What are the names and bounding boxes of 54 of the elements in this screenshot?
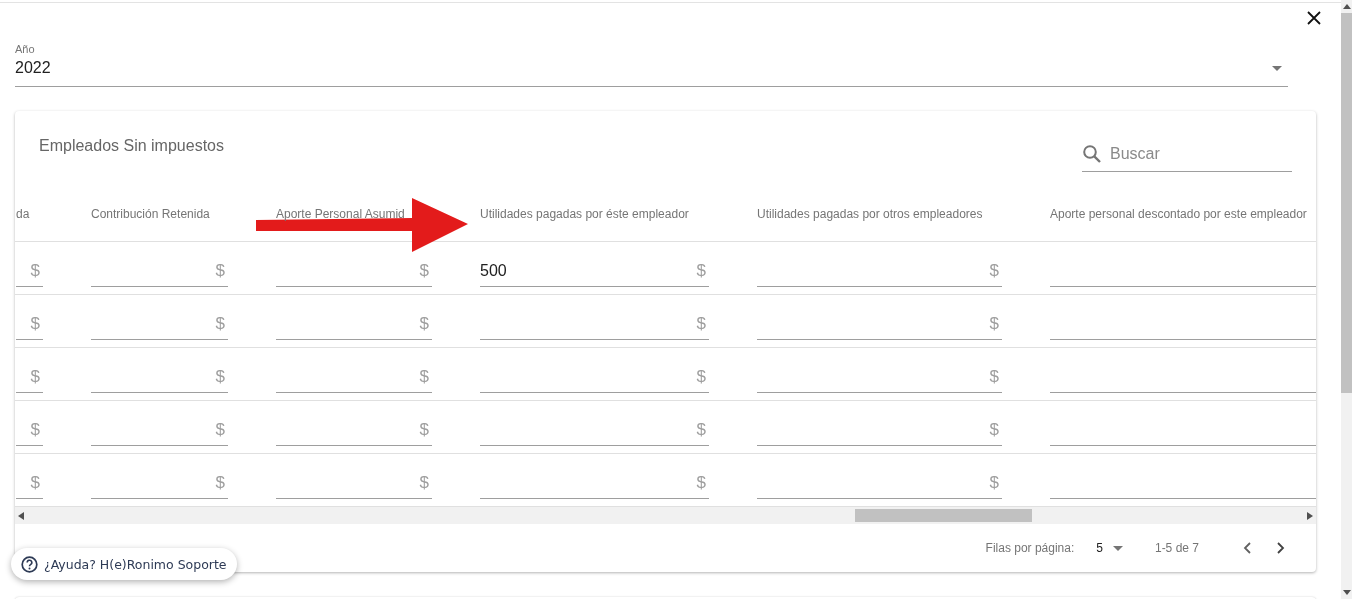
- amount-field[interactable]: $: [757, 255, 1002, 287]
- amount-field[interactable]: 500 $: [480, 255, 709, 287]
- chevron-right-icon: [1277, 542, 1285, 554]
- amount-field[interactable]: $: [91, 255, 228, 287]
- amount-field[interactable]: $: [16, 467, 43, 499]
- page-range: 1-5 de 7: [1154, 541, 1199, 555]
- amount-field[interactable]: $: [91, 308, 228, 340]
- search-field[interactable]: Buscar: [1082, 137, 1292, 172]
- rows-per-page-select[interactable]: 5: [1096, 541, 1123, 555]
- amount-field[interactable]: $: [276, 255, 432, 287]
- horizontal-scrollbar[interactable]: [15, 507, 1316, 524]
- select-value: 2022: [15, 59, 51, 77]
- column-header: Contribución Retenida: [91, 205, 211, 221]
- amount-field[interactable]: $: [91, 361, 228, 393]
- amount-field[interactable]: $: [276, 361, 432, 393]
- help-button[interactable]: ¿Ayuda? H(e)Ronimo Soporte: [11, 548, 237, 580]
- amount-field[interactable]: $: [757, 467, 1002, 499]
- column-header: Utilidades pagadas por otros empleadores: [757, 205, 984, 221]
- amount-field[interactable]: $: [16, 414, 43, 446]
- column-header: Aporte Personal Asumid: [276, 205, 406, 221]
- dropdown-icon: [1112, 545, 1123, 551]
- amount-field[interactable]: $: [757, 361, 1002, 393]
- scroll-up-icon[interactable]: [1342, 4, 1351, 9]
- chevron-left-icon: [1243, 542, 1251, 554]
- vertical-scrollbar[interactable]: [1341, 0, 1352, 599]
- amount-field[interactable]: $: [480, 467, 709, 499]
- column-header: Aporte personal descontado por este empleador: [1050, 205, 1308, 221]
- amount-field[interactable]: $: [91, 414, 228, 446]
- scroll-down-icon[interactable]: [1342, 590, 1351, 595]
- amount-field[interactable]: $: [276, 467, 432, 499]
- amount-field[interactable]: $: [757, 308, 1002, 340]
- amount-field[interactable]: $: [16, 361, 43, 393]
- card-title: Empleados Sin impuestos: [39, 136, 224, 156]
- scroll-right-icon[interactable]: [1307, 511, 1313, 520]
- field-label: Año: [15, 43, 36, 55]
- close-button[interactable]: [1307, 11, 1321, 25]
- close-icon: [1307, 11, 1321, 25]
- rows-per-page-label: Filas por página:: [985, 541, 1075, 555]
- column-header: Utilidades pagadas por éste empleador: [480, 205, 690, 221]
- amount-field[interactable]: $: [91, 467, 228, 499]
- amount-field[interactable]: $: [16, 308, 43, 340]
- amount-field[interactable]: $: [16, 255, 43, 287]
- amount-field[interactable]: $: [276, 308, 432, 340]
- search-icon: [1082, 144, 1102, 164]
- amount-field[interactable]: $: [276, 414, 432, 446]
- dropdown-icon: [1272, 65, 1282, 71]
- amount-field[interactable]: $: [480, 308, 709, 340]
- column-header: da: [16, 205, 31, 221]
- amount-field[interactable]: $: [480, 414, 709, 446]
- amount-field[interactable]: $: [480, 361, 709, 393]
- year-select[interactable]: Año 2022: [15, 43, 1288, 87]
- amount-field[interactable]: $: [757, 414, 1002, 446]
- help-icon: [21, 555, 38, 573]
- scroll-left-icon[interactable]: [18, 511, 24, 520]
